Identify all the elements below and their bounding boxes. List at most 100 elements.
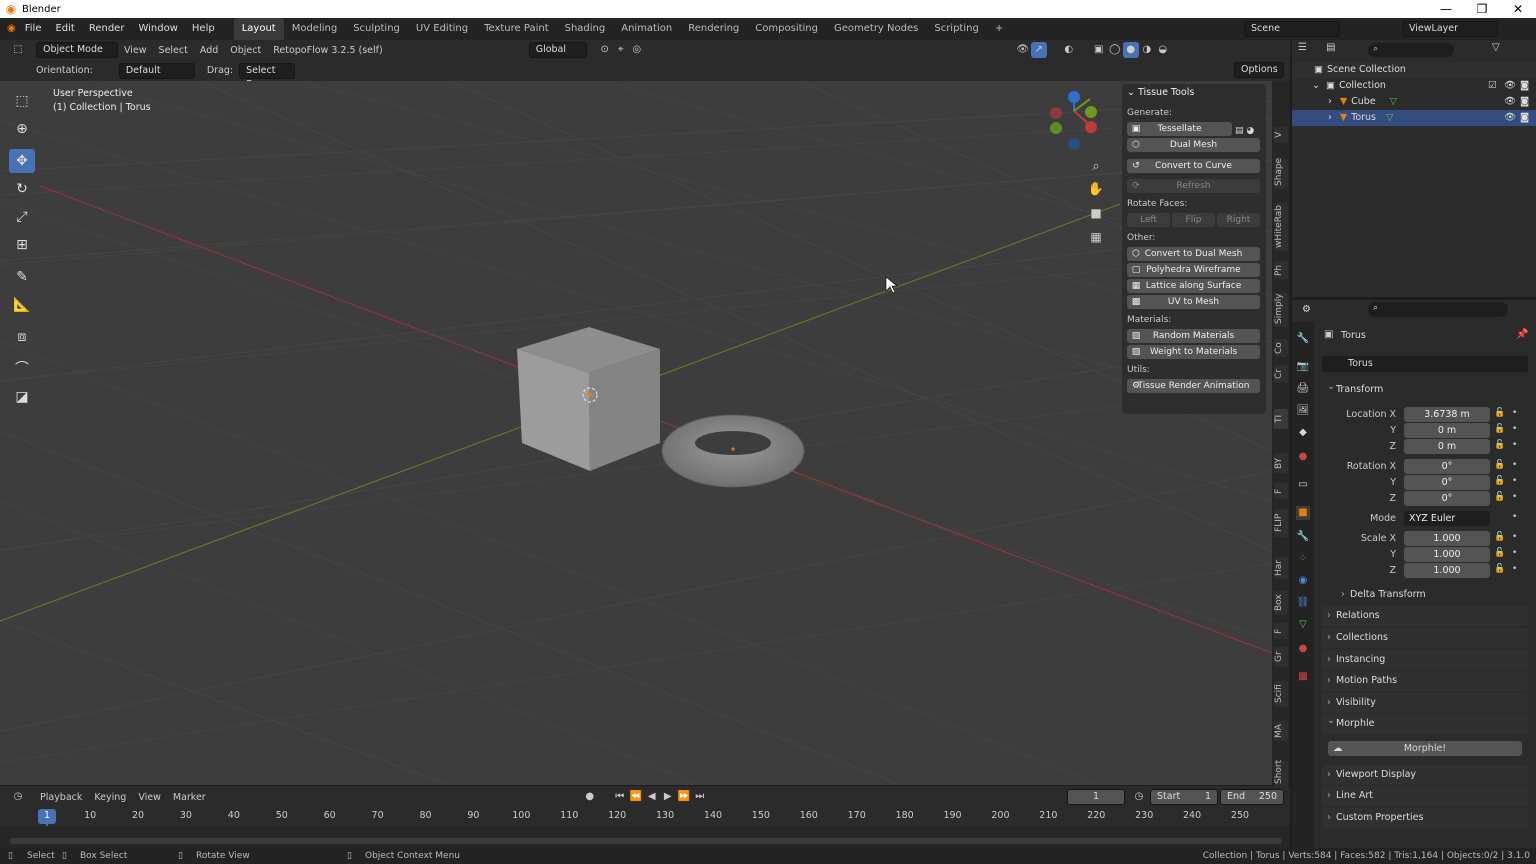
scene-selector[interactable]: Scene xyxy=(1244,21,1340,37)
collection-checkbox-icon[interactable]: ☑ xyxy=(1488,78,1497,94)
tab-uv-editing[interactable]: UV Editing xyxy=(408,18,476,40)
outliner-row-collection[interactable]: ⌄ ▣ Collection ☑ 👁 ◙ xyxy=(1292,78,1536,94)
location-z-field[interactable]: 0 m xyxy=(1404,439,1490,454)
gizmo-toggle-icon[interactable]: ↗ xyxy=(1030,42,1047,58)
3d-viewport[interactable]: ⌕ ✋ ■ ▦ xyxy=(0,81,1272,785)
clock-icon[interactable]: ◷ xyxy=(1131,789,1147,805)
xray-icon[interactable]: ▣ xyxy=(1091,42,1107,58)
flip-button[interactable]: Flip xyxy=(1172,213,1215,227)
outliner-row-scene-collection[interactable]: ▣ Scene Collection xyxy=(1292,62,1536,78)
timeline-view-menu[interactable]: View xyxy=(132,792,167,803)
expand-arrow-icon[interactable]: ⌄ xyxy=(1312,80,1320,91)
orientation-dropdown[interactable]: Default xyxy=(118,62,195,79)
keying-menu[interactable]: Keying xyxy=(88,792,132,803)
tab-whiterab[interactable]: wHiteRab xyxy=(1274,203,1288,251)
uv-to-mesh-button[interactable]: ▩ UV to Mesh xyxy=(1127,295,1260,309)
end-frame-field[interactable]: End 250 xyxy=(1220,789,1284,805)
record-icon[interactable]: ● xyxy=(582,789,598,805)
tab-har[interactable]: Har xyxy=(1274,557,1288,579)
overlay-icon[interactable]: ◐ xyxy=(1061,42,1077,58)
render-tab-icon[interactable]: 📷 xyxy=(1296,360,1310,374)
lattice-along-surface-button[interactable]: ▦ Lattice along Surface xyxy=(1127,279,1260,293)
menu-view[interactable]: View xyxy=(118,45,153,56)
cube-camera-icon[interactable]: ◙ xyxy=(1520,94,1529,110)
line-art-section[interactable]: Line Art xyxy=(1322,786,1528,806)
rotation-y-field[interactable]: 0° xyxy=(1404,475,1490,490)
drag-dropdown[interactable]: Select Box xyxy=(239,62,296,90)
tab-simply[interactable]: Simply xyxy=(1274,293,1288,327)
lock-icon[interactable]: 🔓 xyxy=(1494,424,1505,434)
scale-z-field[interactable]: 1.000 xyxy=(1404,563,1490,578)
transform-section-header[interactable]: Transform xyxy=(1322,377,1528,400)
outliner-row-cube[interactable]: › ▼ Cube ▽ 👁 ◙ xyxy=(1292,94,1536,110)
material-tab-icon[interactable]: ● xyxy=(1296,642,1310,656)
outliner-editor-icon[interactable]: ☰ xyxy=(1298,42,1307,53)
refresh-button[interactable]: ⟳ Refresh xyxy=(1127,179,1260,193)
collections-section[interactable]: Collections xyxy=(1322,628,1528,648)
tissue-panel-header[interactable]: ⌄ Tissue Tools xyxy=(1122,84,1266,102)
timeline-editor-icon[interactable]: ◷ xyxy=(10,789,26,805)
particles-tab-icon[interactable]: ⁘ xyxy=(1296,552,1310,566)
rotation-x-field[interactable]: 0° xyxy=(1404,459,1490,474)
keyframe-dot-icon[interactable]: • xyxy=(1512,408,1517,418)
scale-y-field[interactable]: 1.000 xyxy=(1404,547,1490,562)
tab-shape[interactable]: Shape xyxy=(1274,158,1288,189)
add-cube-tool-icon[interactable]: ⧈ xyxy=(9,325,35,349)
rendered-shading-icon[interactable]: ◒ xyxy=(1155,42,1171,58)
cube-eye-icon[interactable]: 👁 xyxy=(1504,94,1516,110)
location-x-field[interactable]: 3.6738 m xyxy=(1404,407,1490,422)
location-y-field[interactable]: 0 m xyxy=(1404,423,1490,438)
navigation-gizmo[interactable] xyxy=(1050,91,1097,150)
world-tab-icon[interactable]: ● xyxy=(1296,450,1310,464)
lock-icon[interactable]: 🔓 xyxy=(1494,440,1505,450)
visibility-section[interactable]: Visibility xyxy=(1322,693,1528,713)
custom-properties-section[interactable]: Custom Properties xyxy=(1322,808,1528,828)
menu-window[interactable]: Window xyxy=(131,18,184,40)
tab-by[interactable]: BY xyxy=(1274,453,1288,473)
scale-x-field[interactable]: 1.000 xyxy=(1404,531,1490,546)
outliner-row-torus[interactable]: › ▼ Torus ▽ 👁 ◙ xyxy=(1292,110,1536,126)
marker-menu[interactable]: Marker xyxy=(167,792,212,803)
minimize-button[interactable]: — xyxy=(1428,0,1464,18)
zoom-icon[interactable]: ⌕ xyxy=(1092,159,1099,174)
tab-box[interactable]: Box xyxy=(1274,591,1288,615)
tab-sculpting[interactable]: Sculpting xyxy=(345,18,408,40)
tissue-render-animation-button[interactable]: ⚙ Tissue Render Animation xyxy=(1127,379,1260,393)
weight-to-materials-button[interactable]: ▨ Weight to Materials xyxy=(1127,345,1260,359)
tab-cr[interactable]: Cr xyxy=(1274,365,1288,383)
tab-gr[interactable]: Gr xyxy=(1274,647,1288,667)
display-mode-icon[interactable]: ▤ xyxy=(1326,42,1335,53)
keyframe-dot-icon[interactable]: • xyxy=(1512,460,1517,470)
lock-icon[interactable]: 🔓 xyxy=(1494,408,1505,418)
random-materials-button[interactable]: ▧ Random Materials xyxy=(1127,329,1260,343)
keyframe-dot-icon[interactable]: • xyxy=(1512,548,1517,558)
prev-keyframe-icon[interactable]: ⏪ xyxy=(628,789,644,805)
scale-tool-icon[interactable]: ⤢ xyxy=(9,205,35,229)
viewport-display-section[interactable]: Viewport Display xyxy=(1322,765,1528,785)
tab-co[interactable]: Co xyxy=(1274,339,1288,357)
menu-add[interactable]: Add xyxy=(194,45,224,56)
properties-search-input[interactable]: ⌕ xyxy=(1368,302,1508,317)
morphle-button[interactable]: ☁ Morphle! xyxy=(1328,741,1522,756)
modifier-tab-icon[interactable]: 🔧 xyxy=(1296,530,1310,544)
tab-ph[interactable]: Ph xyxy=(1274,261,1288,279)
constraints-tab-icon[interactable]: ⛓ xyxy=(1296,596,1310,610)
rotation-mode-dropdown[interactable]: XYZ Euler xyxy=(1404,511,1490,526)
slice-tool-icon[interactable]: ◪ xyxy=(9,385,35,409)
keyframe-dot-icon[interactable]: • xyxy=(1512,440,1517,450)
close-button[interactable]: ✕ xyxy=(1500,0,1536,18)
tab-layout[interactable]: Layout xyxy=(233,18,284,40)
view-layer-tab-icon[interactable]: 🖼 xyxy=(1296,404,1310,418)
tab-modeling[interactable]: Modeling xyxy=(284,18,346,40)
play-reverse-icon[interactable]: ◀ xyxy=(644,789,660,805)
convert-to-curve-button[interactable]: ↺ Convert to Curve xyxy=(1127,159,1260,173)
keyframe-dot-icon[interactable]: • xyxy=(1512,424,1517,434)
play-icon[interactable]: ▶ xyxy=(660,789,676,805)
collection-camera-icon[interactable]: ◙ xyxy=(1520,78,1529,94)
select-box-tool-icon[interactable]: ⬚ xyxy=(9,89,35,113)
cursor-tool-icon[interactable]: ⊕ xyxy=(9,117,35,141)
outliner-search-input[interactable]: ⌕ xyxy=(1368,43,1454,57)
options-dropdown[interactable]: Options xyxy=(1234,62,1284,78)
keyframe-dot-icon[interactable]: • xyxy=(1512,532,1517,542)
bend-tool-icon[interactable]: ⌒ xyxy=(9,357,35,381)
